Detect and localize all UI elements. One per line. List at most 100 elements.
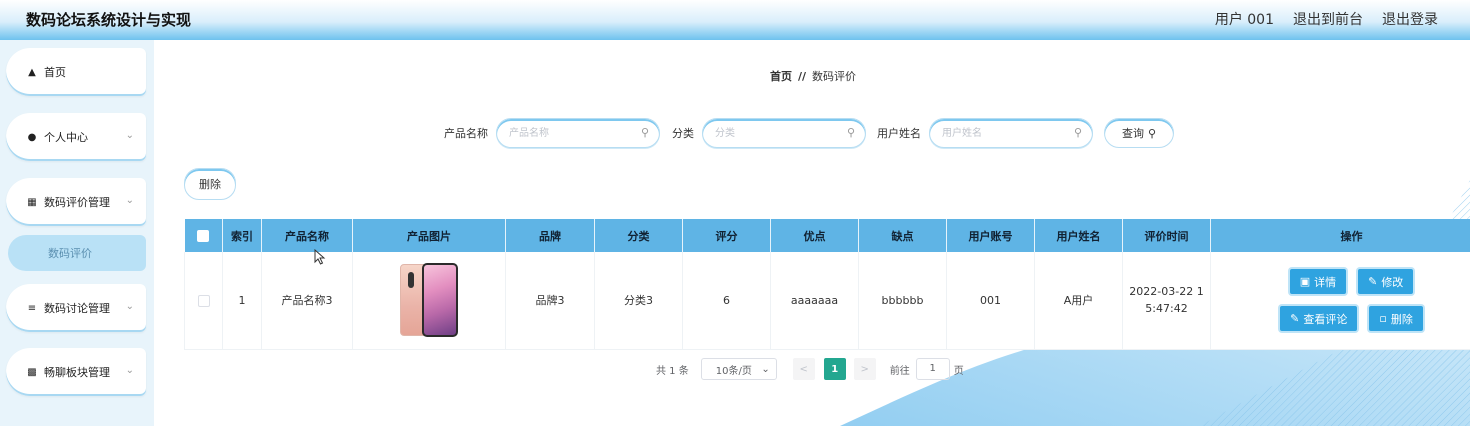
list-icon: ≡ <box>27 302 37 314</box>
header-account: 用户账号 <box>946 219 1035 252</box>
pagination: 共 1 条 10条/页 ⌄ < 1 > 前往 1 页 <box>656 358 964 380</box>
page-size-select[interactable]: 10条/页 ⌄ <box>700 358 777 380</box>
chevron-down-icon: ⌄ <box>125 195 134 206</box>
username-label: 用户姓名 <box>877 127 921 140</box>
header-review-time: 评价时间 <box>1122 219 1211 252</box>
table-header-row: 索引 产品名称 产品图片 品牌 分类 评分 优点 缺点 用户账号 用户姓名 评价… <box>184 219 1470 252</box>
sidebar-item-review-management[interactable]: ▦ 数码评价管理 ⌄ <box>6 178 146 226</box>
page-size-value: 10条/页 <box>715 365 752 377</box>
goto-page-input[interactable]: 1 <box>915 358 950 380</box>
sidebar-item-label: 个人中心 <box>44 131 88 144</box>
edit-icon: ✎ <box>1290 312 1300 326</box>
sidebar-item-home[interactable]: ▲ 首页 <box>6 48 146 96</box>
review-time-line2: 5:47:42 <box>1145 302 1188 316</box>
cell-review-time: 2022-03-22 1 5:47:42 <box>1122 252 1211 350</box>
sidebar: ▲ 首页 ● 个人中心 ⌄ ▦ 数码评价管理 ⌄ 数码评价 ≡ 数码讨论管理 ⌄… <box>0 40 154 426</box>
prev-page-button[interactable]: < <box>792 358 815 380</box>
search-button-group: 查询 ⚲ <box>1104 118 1174 148</box>
exit-to-front-link[interactable]: 退出到前台 <box>1293 9 1363 29</box>
cell-username: A用户 <box>1034 252 1123 350</box>
header-username: 用户姓名 <box>1034 219 1123 252</box>
view-comments-label: 查看评论 <box>1303 312 1348 326</box>
grid-icon: ▦ <box>27 196 37 208</box>
current-user: 用户 001 <box>1214 12 1274 28</box>
detail-button[interactable]: ▣ 详情 <box>1289 269 1347 295</box>
edit-icon: ✎ <box>1368 275 1378 289</box>
breadcrumb-separator: // <box>798 70 807 83</box>
search-icon: ⚲ <box>640 126 649 139</box>
search-product-group: 产品名称 ⚲ <box>444 118 660 148</box>
table-row: 1 产品名称3 品牌3 分类3 6 aaaaaaa bbbbbb 001 A用户… <box>184 252 1470 350</box>
header-cons: 缺点 <box>858 219 947 252</box>
header-pros: 优点 <box>770 219 859 252</box>
user-icon: ● <box>27 131 37 143</box>
breadcrumb-home[interactable]: 首页 <box>770 70 792 83</box>
query-button-label: 查询 <box>1121 127 1144 140</box>
query-button[interactable]: 查询 ⚲ <box>1104 118 1174 148</box>
search-icon: ⚲ <box>846 126 855 139</box>
next-page-button[interactable]: > <box>853 358 876 380</box>
header-product-name: 产品名称 <box>261 219 353 252</box>
edit-button[interactable]: ✎ 修改 <box>1358 269 1414 295</box>
search-category-group: 分类 ⚲ <box>672 118 866 148</box>
header-actions: 操作 <box>1210 219 1470 252</box>
cell-pros: aaaaaaa <box>770 252 859 350</box>
cell-cons: bbbbbb <box>858 252 947 350</box>
page-number-current[interactable]: 1 <box>823 358 846 380</box>
delete-label: 删除 <box>1390 312 1413 326</box>
product-name-input[interactable] <box>497 119 659 147</box>
product-image[interactable] <box>398 262 460 338</box>
edit-label: 修改 <box>1381 275 1404 289</box>
batch-delete-button[interactable]: 删除 <box>184 168 236 200</box>
detail-icon: ▣ <box>1299 275 1311 289</box>
sidebar-item-label: 数码评价管理 <box>44 196 110 209</box>
product-name-field[interactable]: ⚲ <box>496 118 660 148</box>
pagination-total: 共 1 条 <box>656 365 689 377</box>
header-brand: 品牌 <box>505 219 595 252</box>
header-score: 评分 <box>682 219 771 252</box>
top-header: 数码论坛系统设计与实现 用户 001 退出到前台 退出登录 <box>0 0 1470 40</box>
header-product-image: 产品图片 <box>352 219 506 252</box>
search-icon: ⚲ <box>1147 126 1157 140</box>
row-checkbox[interactable] <box>197 294 210 307</box>
cell-index: 1 <box>222 252 262 350</box>
trash-icon: ▫ <box>1379 312 1387 326</box>
cell-score: 6 <box>682 252 771 350</box>
logout-link[interactable]: 退出登录 <box>1382 9 1438 29</box>
chevron-down-icon: ⌄ <box>125 301 134 312</box>
username-field[interactable]: ⚲ <box>929 118 1093 148</box>
chevron-down-icon: ⌄ <box>761 363 770 375</box>
chevron-down-icon: ⌄ <box>125 365 134 376</box>
home-icon: ▲ <box>28 66 36 78</box>
category-field[interactable]: ⚲ <box>702 118 866 148</box>
select-all-checkbox[interactable] <box>197 230 210 242</box>
goto-label: 前往 <box>889 365 910 377</box>
search-username-group: 用户姓名 ⚲ <box>877 118 1093 148</box>
product-name-label: 产品名称 <box>444 127 488 140</box>
category-input[interactable] <box>703 119 865 147</box>
sidebar-item-label: 数码讨论管理 <box>44 302 110 315</box>
sidebar-item-personal-center[interactable]: ● 个人中心 ⌄ <box>6 113 146 161</box>
sidebar-subitem-review[interactable]: 数码评价 <box>8 235 146 271</box>
breadcrumb-current: 数码评价 <box>812 70 857 83</box>
cell-brand: 品牌3 <box>505 252 595 350</box>
view-comments-button[interactable]: ✎ 查看评论 <box>1280 306 1358 332</box>
search-icon: ⚲ <box>1073 126 1082 139</box>
app-title: 数码论坛系统设计与实现 <box>26 11 192 29</box>
sidebar-item-label: 畅聊板块管理 <box>44 366 110 379</box>
sidebar-item-chat-board-management[interactable]: ▩ 畅聊板块管理 ⌄ <box>6 348 146 396</box>
mouse-cursor-icon <box>314 249 326 265</box>
reviews-table: 索引 产品名称 产品图片 品牌 分类 评分 优点 缺点 用户账号 用户姓名 评价… <box>184 219 1470 350</box>
sidebar-item-discussion-management[interactable]: ≡ 数码讨论管理 ⌄ <box>6 284 146 332</box>
sidebar-item-label: 首页 <box>44 66 66 79</box>
username-input[interactable] <box>930 119 1092 147</box>
chevron-down-icon: ⌄ <box>125 130 134 141</box>
delete-button[interactable]: ▫ 删除 <box>1369 306 1423 332</box>
cell-category: 分类3 <box>594 252 683 350</box>
breadcrumb: 首页 // 数码评价 <box>770 68 856 84</box>
header-category: 分类 <box>594 219 683 252</box>
clipboard-icon: ▩ <box>27 366 37 378</box>
row-actions: ▣ 详情 ✎ 修改 ✎ 查看评论 ▫ 删除 <box>1211 269 1470 332</box>
page-unit-label: 页 <box>953 365 964 377</box>
cell-product-name: 产品名称3 <box>261 252 353 350</box>
